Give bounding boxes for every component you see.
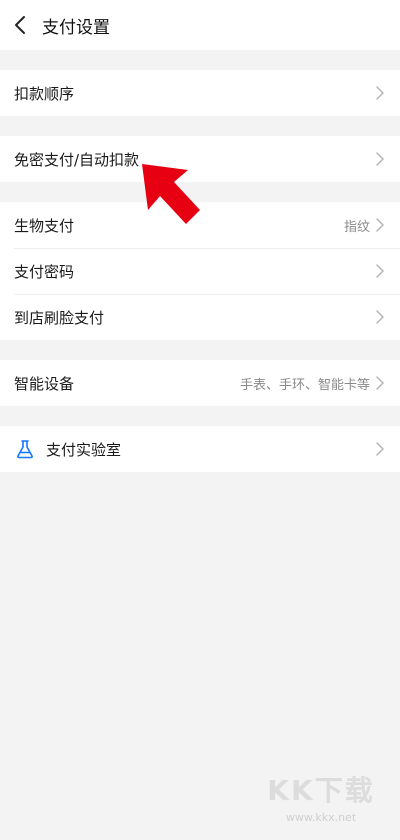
group-gap [0, 116, 400, 136]
item-label: 智能设备 [14, 374, 75, 393]
group-gap [0, 50, 400, 70]
settings-group-order: 扣款顺序 [0, 70, 400, 116]
item-label: 支付实验室 [46, 440, 122, 459]
item-label: 生物支付 [14, 216, 75, 235]
watermark-url: www.kkx.net [285, 811, 357, 824]
chevron-right-icon [376, 151, 386, 167]
chevron-right-icon [376, 309, 386, 325]
header-bar: 支付设置 [0, 0, 400, 50]
chevron-right-icon [376, 217, 386, 233]
page-title: 支付设置 [42, 17, 110, 38]
watermark-logo: KK下载 [267, 774, 375, 807]
settings-group-nopassword: 免密支付/自动扣款 [0, 136, 400, 182]
settings-group-lab: 支付实验室 [0, 426, 400, 472]
settings-group-security: 生物支付 指纹 支付密码 到店刷脸支付 [0, 202, 400, 340]
group-gap [0, 340, 400, 360]
back-button[interactable] [0, 0, 40, 50]
chevron-right-icon [376, 375, 386, 391]
payment-lab-item[interactable]: 支付实验室 [0, 426, 400, 472]
item-label: 免密支付/自动扣款 [14, 150, 140, 169]
chevron-right-icon [376, 263, 386, 279]
item-label: 到店刷脸支付 [14, 308, 105, 327]
group-gap [0, 406, 400, 426]
deduction-order-item[interactable]: 扣款顺序 [0, 70, 400, 116]
biometric-payment-item[interactable]: 生物支付 指纹 [0, 202, 400, 248]
payment-password-item[interactable]: 支付密码 [0, 248, 400, 294]
password-free-payment-item[interactable]: 免密支付/自动扣款 [0, 136, 400, 182]
chevron-left-icon [15, 16, 25, 34]
settings-group-devices: 智能设备 手表、手环、智能卡等 [0, 360, 400, 406]
flask-icon [14, 438, 36, 460]
chevron-right-icon [376, 441, 386, 457]
group-gap [0, 182, 400, 202]
item-label: 支付密码 [14, 262, 75, 281]
smart-devices-item[interactable]: 智能设备 手表、手环、智能卡等 [0, 360, 400, 406]
face-payment-item[interactable]: 到店刷脸支付 [0, 294, 400, 340]
item-label: 扣款顺序 [14, 84, 75, 103]
item-value: 手表、手环、智能卡等 [239, 377, 370, 393]
chevron-right-icon [376, 85, 386, 101]
watermark: KK下载 www.kkx.net [256, 769, 386, 824]
item-value: 指纹 [343, 219, 370, 235]
